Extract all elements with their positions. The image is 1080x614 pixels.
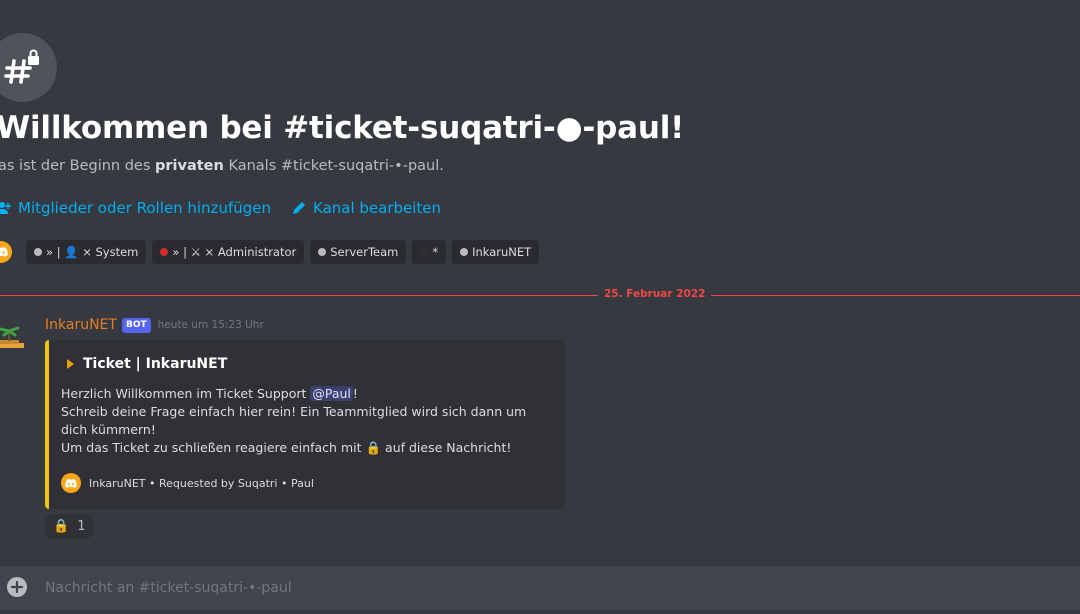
- discord-logo-icon: [61, 473, 81, 493]
- discord-logo-icon: [0, 241, 12, 263]
- channel-lock-icon: [0, 33, 57, 102]
- date-divider-label: 25. Februar 2022: [598, 288, 712, 300]
- embed-footer: InkaruNET • Requested by Suqatri • Paul: [61, 473, 314, 493]
- welcome-subtitle-suffix: Kanals #ticket-suqatri-•-paul.: [223, 158, 444, 174]
- role-label: InkaruNET: [472, 245, 532, 259]
- role-color-dot: [318, 248, 327, 256]
- reaction-count: 1: [77, 519, 86, 534]
- lock-emoji-icon: 🔒: [53, 519, 70, 534]
- embed-line-3: Um das Ticket zu schließen reagiere einf…: [61, 439, 541, 457]
- embed-line-2: Schreib deine Frage einfach hier rein! E…: [61, 404, 527, 437]
- role-label: » | 👤 × System: [46, 245, 139, 259]
- avatar[interactable]: [0, 323, 24, 351]
- message-input[interactable]: [45, 578, 1045, 598]
- role-tag-administrator[interactable]: » | ⚔ × Administrator: [152, 240, 305, 264]
- add-members-icon: [0, 202, 11, 214]
- welcome-title: Willkommen bei #ticket-suqatri-●-paul!: [0, 110, 685, 146]
- message-header: InkaruNET BOT heute um 15:23 Uhr: [45, 317, 264, 333]
- role-color-dot: [460, 248, 469, 256]
- message-composer: [0, 566, 1080, 610]
- embed-title: Ticket | InkaruNET: [65, 356, 227, 372]
- welcome-subtitle-bold: privaten: [155, 158, 224, 174]
- role-label: » | ⚔ × Administrator: [172, 245, 297, 259]
- welcome-subtitle-prefix: as ist der Beginn des: [0, 158, 156, 174]
- role-tag-serverteam[interactable]: ServerTeam: [310, 240, 407, 264]
- role-list: » | 👤 × System » | ⚔ × Administrator Ser…: [0, 240, 540, 264]
- edit-channel-button[interactable]: Kanal bearbeiten: [291, 199, 441, 217]
- hashtag-lock-icon: [3, 49, 39, 84]
- add-members-label: Mitglieder oder Rollen hinzufügen: [18, 199, 271, 217]
- bot-badge: BOT: [121, 317, 151, 333]
- role-color-dot: [420, 248, 429, 256]
- island-avatar-icon: [0, 326, 24, 348]
- embed-line-1: Herzlich Willkommen im Ticket Support @P…: [61, 385, 541, 403]
- role-tag-star[interactable]: *: [412, 240, 447, 264]
- pencil-icon: [293, 202, 305, 214]
- embed-line1-suffix: !: [352, 386, 358, 401]
- message-timestamp: heute um 15:23 Uhr: [157, 319, 264, 331]
- welcome-subtitle: as ist der Beginn des privaten Kanals #t…: [0, 158, 444, 174]
- role-color-dot: [34, 248, 42, 256]
- channel-actions: Mitglieder oder Rollen hinzufügen Kanal …: [0, 199, 441, 217]
- role-tag-inkarunet[interactable]: InkaruNET: [452, 240, 540, 264]
- date-divider-line: [0, 295, 1080, 296]
- role-label: *: [432, 245, 439, 259]
- embed-description: Herzlich Willkommen im Ticket Support @P…: [61, 385, 541, 457]
- embed-title-text: Ticket | InkaruNET: [83, 356, 228, 372]
- play-icon: [67, 359, 74, 369]
- plus-icon[interactable]: [7, 577, 27, 597]
- add-members-button[interactable]: Mitglieder oder Rollen hinzufügen: [0, 199, 271, 217]
- bottom-strip: [0, 610, 1080, 614]
- embed-line3-suffix: auf diese Nachricht!: [381, 440, 512, 455]
- embed-line3-prefix: Um das Ticket zu schließen reagiere einf…: [61, 440, 366, 455]
- lock-emoji-icon: 🔒: [365, 440, 382, 455]
- user-mention[interactable]: @Paul: [310, 386, 353, 401]
- role-tag-system[interactable]: » | 👤 × System: [26, 240, 147, 264]
- message-embed: Ticket | InkaruNET Herzlich Willkommen i…: [45, 340, 565, 509]
- reaction-button[interactable]: 🔒 1: [45, 514, 94, 539]
- message-author[interactable]: InkaruNET: [45, 317, 117, 333]
- edit-channel-label: Kanal bearbeiten: [313, 199, 442, 217]
- embed-line1-prefix: Herzlich Willkommen im Ticket Support: [61, 386, 311, 401]
- role-label: ServerTeam: [330, 245, 399, 259]
- role-color-dot: [160, 248, 169, 256]
- embed-footer-text: InkaruNET • Requested by Suqatri • Paul: [89, 476, 314, 490]
